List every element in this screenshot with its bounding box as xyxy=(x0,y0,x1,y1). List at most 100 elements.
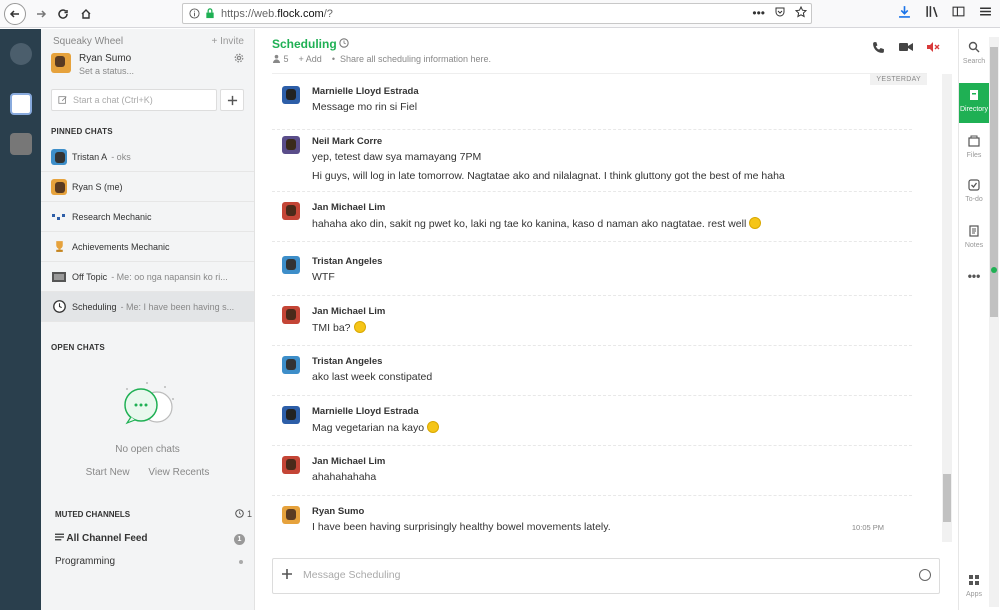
user-status[interactable]: Set a status... xyxy=(79,66,134,76)
start-chat-input[interactable]: Start a chat (Ctrl+K) xyxy=(51,89,217,111)
member-count[interactable]: 5 xyxy=(272,54,289,64)
compose-icon xyxy=(58,96,67,104)
message-composer[interactable]: Message Scheduling xyxy=(272,558,940,594)
muted-channel-all-feed[interactable]: All Channel Feed 1 xyxy=(55,533,245,545)
message-text-content: hahaha ako din, sakit ng pwet ko, laki n… xyxy=(312,218,747,230)
apps-bar-files[interactable]: Files xyxy=(959,135,989,171)
forward-button[interactable] xyxy=(30,3,52,25)
message-author[interactable]: Neil Mark Corre xyxy=(312,136,382,147)
message-item[interactable]: Jan Michael Lim TMI ba? xyxy=(272,306,912,346)
menu-icon[interactable] xyxy=(979,5,992,21)
address-bar[interactable]: https://web.flock.com/? ••• xyxy=(182,3,812,24)
message-item[interactable]: Neil Mark Corre yep, tetest daw sya mama… xyxy=(272,136,912,192)
message-item[interactable]: Jan Michael Lim ahahahahaha xyxy=(272,456,912,496)
team-squeaky-wheel-icon[interactable] xyxy=(10,93,32,115)
apps-bar-todo[interactable]: To-do xyxy=(959,179,989,215)
download-icon[interactable] xyxy=(898,5,911,21)
message-item[interactable]: Marnielle Lloyd Estrada Message mo rin s… xyxy=(272,86,912,130)
team-name[interactable]: Squeaky Wheel xyxy=(53,36,123,47)
apps-grid-icon xyxy=(959,574,989,589)
pocket-icon[interactable] xyxy=(774,6,786,21)
team-secondary-icon[interactable] xyxy=(10,133,32,155)
start-chat-placeholder: Start a chat (Ctrl+K) xyxy=(73,95,153,105)
sidebar-toggle-icon[interactable] xyxy=(952,5,965,21)
start-new-link[interactable]: Start New xyxy=(86,467,130,478)
invite-button[interactable]: + Invite xyxy=(211,36,244,47)
directory-icon xyxy=(959,89,989,104)
apps-bar-directory[interactable]: Directory xyxy=(959,83,989,123)
avatar[interactable] xyxy=(282,506,300,524)
reload-button[interactable] xyxy=(52,3,74,25)
apps-bar-more[interactable]: ••• xyxy=(959,269,989,285)
flock-logo-icon[interactable] xyxy=(10,43,32,65)
info-icon[interactable] xyxy=(189,8,200,19)
message-author[interactable]: Marnielle Lloyd Estrada xyxy=(312,406,419,417)
pinned-chat-research-mechanic[interactable]: Research Mechanic xyxy=(41,202,254,232)
message-text: yep, tetest daw sya mamayang 7PM xyxy=(312,151,482,163)
new-chat-button[interactable] xyxy=(220,89,244,111)
pinned-chat-off-topic[interactable]: Off Topic - Me: oo nga napansin ko ri... xyxy=(41,262,254,292)
app-rail xyxy=(0,29,41,610)
open-chats-label: OPEN CHATS xyxy=(51,343,105,352)
library-icon[interactable] xyxy=(925,5,938,21)
current-user[interactable]: Ryan Sumo Set a status... xyxy=(51,51,246,81)
message-author[interactable]: Jan Michael Lim xyxy=(312,306,385,317)
mute-speaker-icon[interactable] xyxy=(927,41,940,57)
gear-icon[interactable] xyxy=(234,53,244,66)
notes-icon xyxy=(959,225,989,240)
pinned-chat-tristan[interactable]: Tristan A - oks xyxy=(41,142,254,172)
scrollbar-thumb[interactable] xyxy=(990,47,998,317)
open-chats-actions: Start New View Recents xyxy=(41,467,254,478)
message-author[interactable]: Jan Michael Lim xyxy=(312,456,385,467)
message-scrollbar[interactable] xyxy=(942,74,952,542)
member-count-value: 5 xyxy=(283,54,289,64)
lock-icon[interactable] xyxy=(205,8,215,19)
smile-emoji-icon xyxy=(427,421,440,433)
add-member-button[interactable]: + Add xyxy=(299,54,322,64)
message-author[interactable]: Tristan Angeles xyxy=(312,356,382,367)
phone-icon[interactable] xyxy=(872,41,885,57)
message-author[interactable]: Jan Michael Lim xyxy=(312,202,385,213)
feed-lines-icon xyxy=(55,533,64,541)
back-button[interactable] xyxy=(4,3,26,25)
emoji-picker-icon[interactable] xyxy=(919,569,931,581)
channel-title[interactable]: Scheduling xyxy=(272,37,337,51)
avatar[interactable] xyxy=(282,136,300,154)
message-author[interactable]: Ryan Sumo xyxy=(312,506,364,517)
pinned-chat-ryan[interactable]: Ryan S (me) xyxy=(41,172,254,202)
message-item[interactable]: Tristan Angeles WTF xyxy=(272,256,912,296)
page-actions-icon[interactable]: ••• xyxy=(752,6,765,21)
avatar[interactable] xyxy=(282,256,300,274)
message-author[interactable]: Tristan Angeles xyxy=(312,256,382,267)
pinned-chat-achievements-mechanic[interactable]: Achievements Mechanic xyxy=(41,232,254,262)
url-suffix: /? xyxy=(323,7,333,20)
message-item[interactable]: Tristan Angeles ako last week constipate… xyxy=(272,356,912,396)
url-host: flock.com xyxy=(277,7,324,20)
message-item[interactable]: Ryan Sumo I have been having surprisingl… xyxy=(272,506,912,542)
pinned-chat-scheduling[interactable]: Scheduling - Me: I have been having s... xyxy=(41,292,254,322)
apps-bar-label: Apps xyxy=(966,591,982,598)
apps-bar-scrollbar[interactable] xyxy=(989,37,999,607)
clock-icon[interactable] xyxy=(339,38,349,51)
tv-icon xyxy=(51,269,67,285)
message-author[interactable]: Marnielle Lloyd Estrada xyxy=(312,86,419,97)
scrollbar-thumb[interactable] xyxy=(943,474,951,522)
avatar[interactable] xyxy=(282,356,300,374)
muted-channel-programming[interactable]: Programming xyxy=(55,556,245,567)
avatar[interactable] xyxy=(282,202,300,220)
apps-bar-notes[interactable]: Notes xyxy=(959,225,989,261)
avatar[interactable] xyxy=(282,406,300,424)
avatar[interactable] xyxy=(282,306,300,324)
message-input[interactable]: Message Scheduling xyxy=(303,569,400,581)
avatar[interactable] xyxy=(282,86,300,104)
video-icon[interactable] xyxy=(899,41,913,57)
message-item[interactable]: Jan Michael Lim hahaha ako din, sakit ng… xyxy=(272,202,912,242)
apps-bar-search[interactable]: Search xyxy=(959,41,989,77)
attach-plus-icon[interactable] xyxy=(281,567,293,585)
bookmark-star-icon[interactable] xyxy=(794,5,808,21)
message-item[interactable]: Marnielle Lloyd Estrada Mag vegetarian n… xyxy=(272,406,912,446)
avatar[interactable] xyxy=(282,456,300,474)
view-recents-link[interactable]: View Recents xyxy=(148,467,209,478)
apps-bar-apps[interactable]: Apps xyxy=(959,574,989,608)
home-button[interactable] xyxy=(75,3,97,25)
